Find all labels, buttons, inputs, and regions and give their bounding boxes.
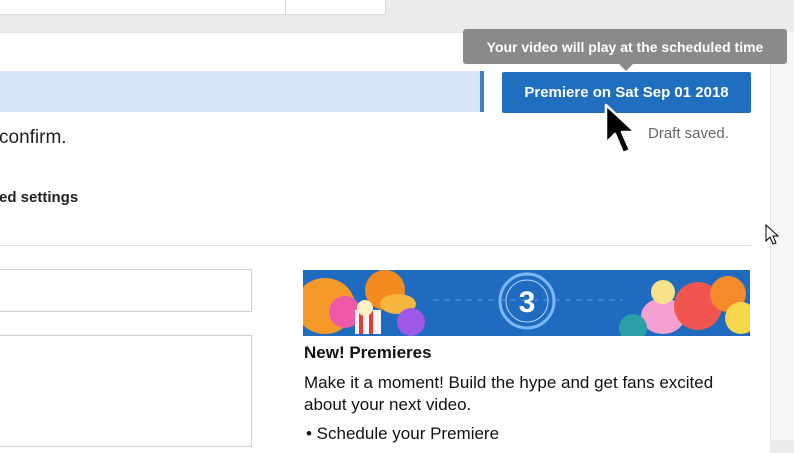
banner-countdown-number: 3 bbox=[519, 286, 536, 319]
advanced-settings-tab[interactable]: ed settings bbox=[0, 189, 78, 206]
tooltip-arrow bbox=[619, 64, 633, 71]
title-input[interactable] bbox=[0, 269, 252, 312]
promo-title: New! Premieres bbox=[304, 343, 432, 362]
promo-body: Make it a moment! Build the hype and get… bbox=[304, 373, 714, 414]
top-input-divider bbox=[285, 0, 286, 14]
section-divider bbox=[0, 245, 751, 246]
confirm-text: confirm. bbox=[0, 127, 67, 148]
promo-bullet: • Schedule your Premiere bbox=[306, 424, 500, 443]
description-textarea[interactable] bbox=[0, 335, 252, 447]
mouse-pointer-icon-small bbox=[765, 224, 780, 245]
status-bar bbox=[0, 71, 480, 112]
premieres-illustration: 3 bbox=[303, 270, 750, 336]
mouse-pointer-icon bbox=[604, 103, 637, 155]
premieres-banner: 3 bbox=[303, 270, 750, 336]
draft-saved-status: Draft saved. bbox=[648, 125, 729, 142]
status-bar-edge bbox=[480, 71, 484, 112]
top-input-field[interactable] bbox=[0, 0, 386, 15]
tooltip: Your video will play at the scheduled ti… bbox=[463, 29, 787, 64]
